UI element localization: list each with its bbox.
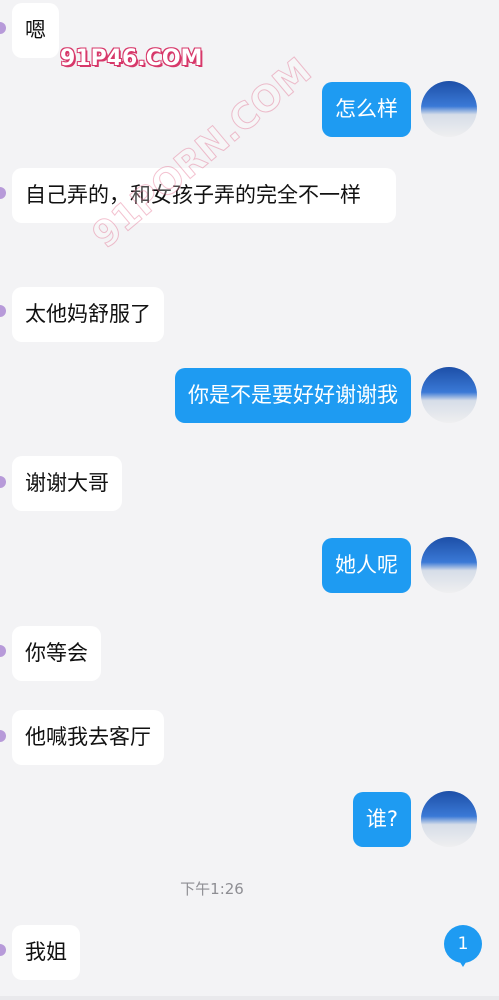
incoming-message[interactable]: 他喊我去客厅 <box>12 710 164 765</box>
avatar[interactable] <box>421 537 477 593</box>
incoming-message[interactable]: 我姐 <box>12 925 80 980</box>
watermark-site: 91P46.COM <box>60 46 203 71</box>
outgoing-message[interactable]: 谁? <box>352 792 411 847</box>
incoming-message[interactable]: 你等会 <box>12 626 101 681</box>
avatar[interactable] <box>421 81 477 137</box>
outgoing-message[interactable]: 你是不是要好好谢谢我 <box>175 368 411 423</box>
incoming-message[interactable]: 自己弄的，和女孩子弄的完全不一样 <box>12 168 396 223</box>
watermark-diagonal: 91PORN.COM <box>85 50 320 257</box>
avatar[interactable] <box>421 791 477 847</box>
incoming-message[interactable]: 嗯 <box>12 3 59 58</box>
avatar-edge <box>0 476 6 488</box>
avatar-edge <box>0 305 6 317</box>
avatar-edge <box>0 944 6 956</box>
message-timestamp: 下午1:26 <box>180 880 244 898</box>
unread-badge[interactable]: 1 <box>444 925 482 963</box>
unread-badge-tail <box>458 959 468 967</box>
avatar-edge <box>0 22 6 34</box>
outgoing-message[interactable]: 怎么样 <box>322 82 411 137</box>
chat-thread: 嗯 怎么样 自己弄的，和女孩子弄的完全不一样 太他妈舒服了 你是不是要好好谢谢我… <box>0 0 499 1000</box>
incoming-message[interactable]: 谢谢大哥 <box>12 456 122 511</box>
avatar-edge <box>0 645 6 657</box>
bottom-bar <box>0 996 499 1000</box>
avatar-edge <box>0 187 6 199</box>
incoming-message[interactable]: 太他妈舒服了 <box>12 287 164 342</box>
avatar-edge <box>0 730 6 742</box>
outgoing-message[interactable]: 她人呢 <box>322 538 411 593</box>
avatar[interactable] <box>421 367 477 423</box>
